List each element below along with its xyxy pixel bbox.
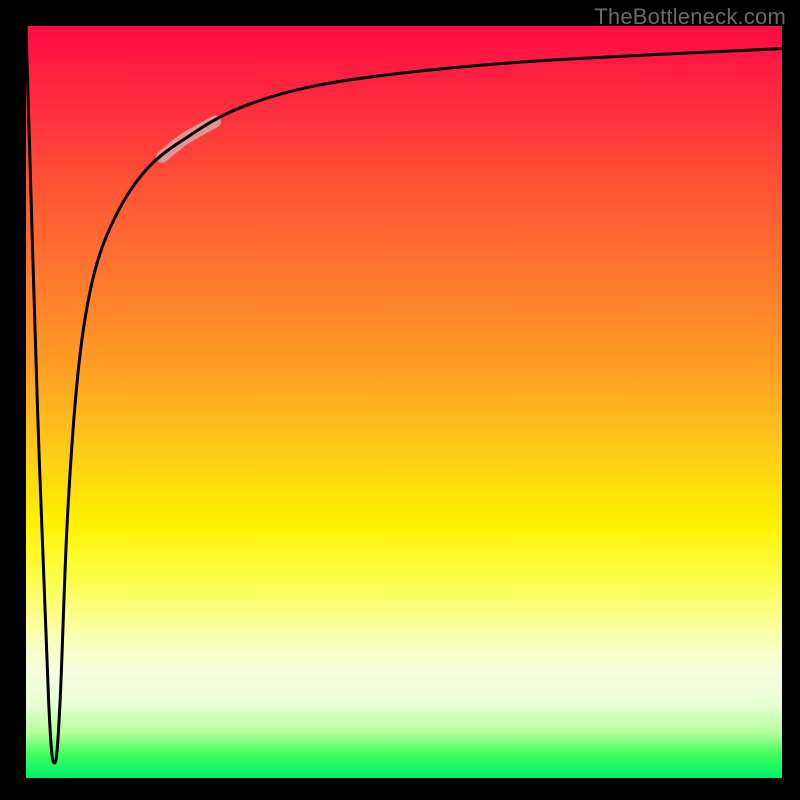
- axis-border-right: [782, 0, 800, 800]
- watermark-text: TheBottleneck.com: [594, 4, 786, 30]
- axis-border-bottom: [0, 778, 800, 800]
- chart-frame: TheBottleneck.com: [0, 0, 800, 800]
- axis-border-left: [0, 0, 26, 800]
- plot-gradient-background: [26, 26, 782, 778]
